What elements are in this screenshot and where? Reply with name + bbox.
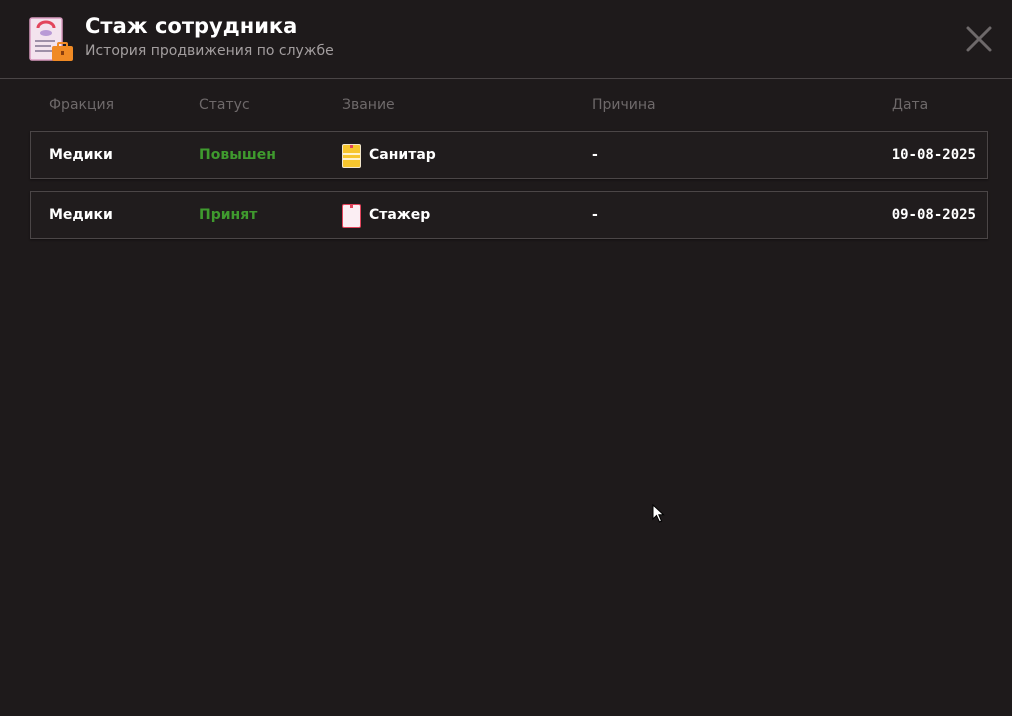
reason-cell: - bbox=[592, 207, 598, 223]
column-header-faction: Фракция bbox=[49, 97, 115, 113]
column-header-date: Дата bbox=[892, 97, 929, 113]
document-briefcase-icon bbox=[29, 17, 73, 61]
rank-cell: Санитар bbox=[369, 147, 436, 163]
window-title: Стаж сотрудника bbox=[85, 14, 298, 38]
rank-badge-white-icon bbox=[342, 204, 361, 228]
column-header-rank: Звание bbox=[342, 97, 395, 113]
status-cell: Принят bbox=[199, 207, 258, 223]
date-cell: 09-08-2025 bbox=[891, 207, 976, 223]
reason-cell: - bbox=[592, 147, 598, 163]
status-cell: Повышен bbox=[199, 147, 276, 163]
table-row: Медики Повышен Санитар - 10-08-2025 bbox=[30, 131, 988, 179]
seniority-window: Стаж сотрудника История продвижения по с… bbox=[0, 0, 1012, 716]
window-header: Стаж сотрудника История продвижения по с… bbox=[0, 0, 1012, 79]
rank-cell: Стажер bbox=[369, 207, 431, 223]
rank-badge-yellow-icon bbox=[342, 144, 361, 168]
faction-cell: Медики bbox=[49, 147, 113, 163]
faction-cell: Медики bbox=[49, 207, 113, 223]
column-header-reason: Причина bbox=[592, 97, 656, 113]
date-cell: 10-08-2025 bbox=[891, 147, 976, 163]
mouse-cursor-icon bbox=[652, 504, 665, 523]
column-header-status: Статус bbox=[199, 97, 250, 113]
close-icon[interactable] bbox=[963, 24, 995, 54]
window-subtitle: История продвижения по службе bbox=[85, 43, 334, 59]
table-row: Медики Принят Стажер - 09-08-2025 bbox=[30, 191, 988, 239]
